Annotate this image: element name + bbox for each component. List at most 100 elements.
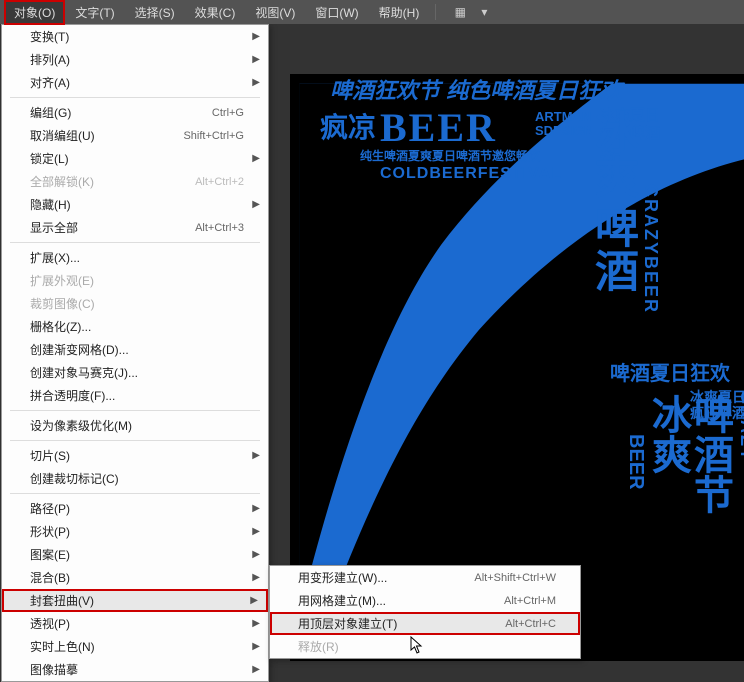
- menu-item-label: 图像描摹: [30, 661, 244, 678]
- menu-item[interactable]: 排列(A) ▶: [2, 48, 268, 71]
- layout-icon[interactable]: ▦: [450, 4, 470, 20]
- menu-select[interactable]: 选择(S): [125, 0, 185, 25]
- submenu-arrow-icon: ▶: [252, 664, 260, 675]
- menu-view[interactable]: 视图(V): [245, 0, 305, 25]
- submenu-arrow-icon: ▶: [252, 31, 260, 42]
- menu-separator: [10, 493, 260, 494]
- decor-text: 啤酒夏日狂欢: [610, 364, 730, 384]
- menu-item-label: 实时上色(N): [30, 638, 244, 655]
- menu-item[interactable]: 切片(S) ▶: [2, 444, 268, 467]
- menu-item-label: 编组(G): [30, 104, 212, 121]
- menu-item-label: 全部解锁(K): [30, 173, 195, 190]
- object-menu-dropdown: 变换(T)▶排列(A)▶对齐(A)▶编组(G)Ctrl+G取消编组(U)Shif…: [1, 24, 269, 682]
- decor-text: 啤酒节: [690, 394, 730, 514]
- menu-item[interactable]: 图像描摹 ▶: [2, 658, 268, 681]
- menu-item[interactable]: 创建对象马赛克(J)...: [2, 361, 268, 384]
- menu-separator: [10, 242, 260, 243]
- submenu-item-label: 释放(R): [298, 638, 556, 655]
- menu-shortcut: Alt+Ctrl+2: [195, 176, 244, 188]
- menu-effect[interactable]: 效果(C): [185, 0, 246, 25]
- decor-text: BEER: [380, 108, 497, 148]
- dropdown-icon[interactable]: ▾: [474, 4, 494, 20]
- menu-window[interactable]: 窗口(W): [305, 0, 368, 25]
- envelope-distort-submenu: 用变形建立(W)...Alt+Shift+Ctrl+W用网格建立(M)...Al…: [269, 565, 581, 659]
- menu-type[interactable]: 文字(T): [65, 0, 124, 25]
- menu-shortcut: Ctrl+G: [212, 107, 244, 119]
- submenu-arrow-icon: ▶: [252, 641, 260, 652]
- menu-item-label: 对齐(A): [30, 74, 244, 91]
- submenu-item[interactable]: 用变形建立(W)...Alt+Shift+Ctrl+W: [270, 566, 580, 589]
- menu-item[interactable]: 设为像素级优化(M): [2, 414, 268, 437]
- menu-item[interactable]: 栅格化(Z)...: [2, 315, 268, 338]
- menu-item[interactable]: 封套扭曲(V) ▶: [2, 589, 268, 612]
- menu-item[interactable]: 锁定(L)▶: [2, 147, 268, 170]
- menu-item[interactable]: 透视(P) ▶: [2, 612, 268, 635]
- decor-text: CRAZYBEER: [642, 184, 660, 314]
- decor-text: 啤酒狂欢节 纯色啤酒夏日狂欢: [330, 80, 622, 102]
- menu-item[interactable]: 创建渐变网格(D)...: [2, 338, 268, 361]
- menu-item-label: 隐藏(H): [30, 196, 244, 213]
- menu-item-label: 封套扭曲(V): [30, 592, 244, 609]
- menu-item-label: 路径(P): [30, 500, 244, 517]
- menu-item: 裁剪图像(C): [2, 292, 268, 315]
- menu-shortcut: Alt+Ctrl+C: [505, 618, 556, 630]
- submenu-arrow-icon: ▶: [252, 572, 260, 583]
- submenu-arrow-icon: ▶: [252, 54, 260, 65]
- menu-item[interactable]: 取消编组(U)Shift+Ctrl+G: [2, 124, 268, 147]
- submenu-arrow-icon: ▶: [252, 526, 260, 537]
- menu-item-label: 创建裁切标记(C): [30, 470, 244, 487]
- menu-shortcut: Alt+Ctrl+M: [504, 595, 556, 607]
- menu-item-label: 设为像素级优化(M): [30, 417, 244, 434]
- menu-item-label: 拼合透明度(F)...: [30, 387, 244, 404]
- menu-separator: [10, 440, 260, 441]
- menu-item-label: 栅格化(Z)...: [30, 318, 244, 335]
- menu-item-label: 切片(S): [30, 447, 244, 464]
- decor-text: ARTMAN: [535, 110, 591, 123]
- menu-object[interactable]: 对象(O): [4, 0, 65, 25]
- submenu-item-label: 用顶层对象建立(T): [298, 615, 505, 632]
- menu-shortcut: Shift+Ctrl+G: [183, 130, 244, 142]
- menu-item-label: 透视(P): [30, 615, 244, 632]
- menu-item[interactable]: 形状(P) ▶: [2, 520, 268, 543]
- submenu-arrow-icon: ▶: [250, 595, 258, 606]
- decor-text: COLDBEERFESTIVAL: [380, 166, 562, 182]
- menu-item[interactable]: 变换(T)▶: [2, 25, 268, 48]
- menu-item[interactable]: 实时上色(N) ▶: [2, 635, 268, 658]
- menu-item-label: 形状(P): [30, 523, 244, 540]
- menubar-separator: [435, 4, 436, 20]
- decor-text: 冰爽: [590, 110, 634, 198]
- menu-item[interactable]: 创建裁切标记(C): [2, 467, 268, 490]
- decor-text: 啤酒: [590, 204, 634, 292]
- menu-help[interactable]: 帮助(H): [369, 0, 430, 25]
- menu-item[interactable]: 隐藏(H)▶: [2, 193, 268, 216]
- menu-shortcut: Alt+Ctrl+3: [195, 222, 244, 234]
- submenu-arrow-icon: ▶: [252, 618, 260, 629]
- decor-text: BEER: [626, 434, 646, 490]
- menu-item[interactable]: 显示全部Alt+Ctrl+3: [2, 216, 268, 239]
- menu-item-label: 显示全部: [30, 219, 195, 236]
- menu-item[interactable]: 混合(B) ▶: [2, 566, 268, 589]
- menu-separator: [10, 97, 260, 98]
- menu-item-label: 混合(B): [30, 569, 244, 586]
- menu-item[interactable]: 对齐(A)▶: [2, 71, 268, 94]
- menu-item[interactable]: 拼合透明度(F)...: [2, 384, 268, 407]
- decor-text: 冰爽: [648, 394, 688, 474]
- menu-item[interactable]: 编组(G)Ctrl+G: [2, 101, 268, 124]
- menu-item-label: 排列(A): [30, 51, 244, 68]
- decor-text: SDESIGN: [535, 124, 594, 137]
- menu-item-label: 图案(E): [30, 546, 244, 563]
- menubar: 对象(O) 文字(T) 选择(S) 效果(C) 视图(V) 窗口(W) 帮助(H…: [0, 0, 744, 24]
- menu-item[interactable]: 扩展(X)...: [2, 246, 268, 269]
- menu-item[interactable]: 图案(E)▶: [2, 543, 268, 566]
- submenu-item: 释放(R): [270, 635, 580, 658]
- submenu-item[interactable]: 用顶层对象建立(T)Alt+Ctrl+C: [270, 612, 580, 635]
- menu-item-label: 创建渐变网格(D)...: [30, 341, 244, 358]
- submenu-item[interactable]: 用网格建立(M)...Alt+Ctrl+M: [270, 589, 580, 612]
- menu-item: 扩展外观(E): [2, 269, 268, 292]
- menu-item-label: 取消编组(U): [30, 127, 183, 144]
- menu-item[interactable]: 路径(P) ▶: [2, 497, 268, 520]
- submenu-arrow-icon: ▶: [252, 450, 260, 461]
- menubar-tools: ▦ ▾: [450, 4, 494, 20]
- decor-text: 纯生啤酒夏爽夏日啤酒节邀您畅饮: [360, 150, 540, 162]
- submenu-arrow-icon: ▶: [252, 503, 260, 514]
